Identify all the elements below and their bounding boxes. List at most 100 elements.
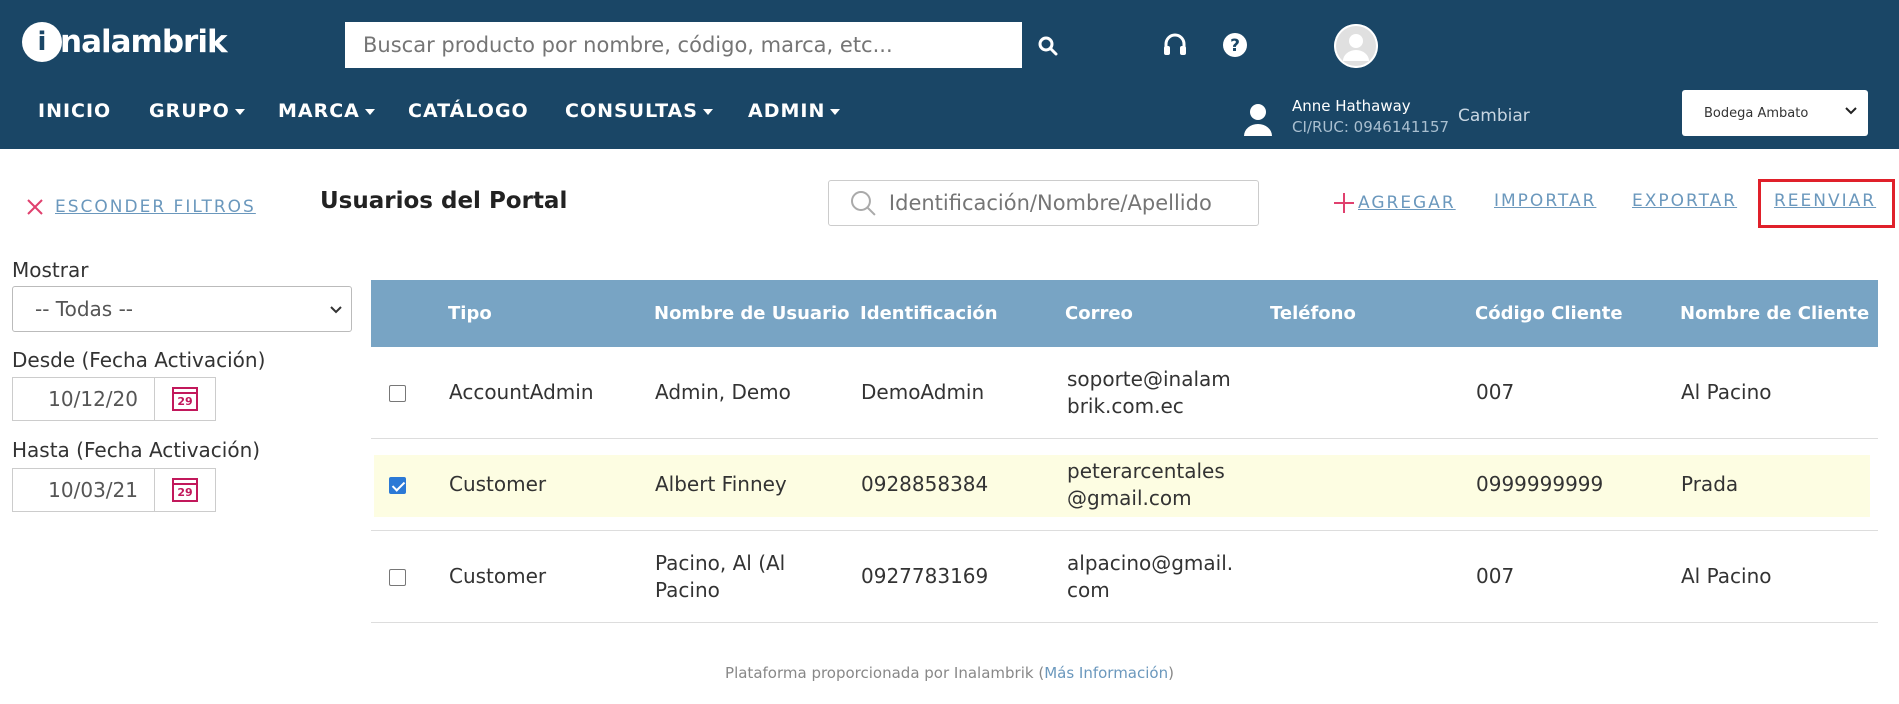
col-nombre-cliente[interactable]: Nombre de Cliente bbox=[1680, 280, 1869, 347]
to-date-input[interactable]: 10/03/21 bbox=[12, 468, 154, 512]
col-correo[interactable]: Correo bbox=[1065, 280, 1133, 347]
cell-correo-line: peterarcentales bbox=[1067, 459, 1225, 483]
nav-admin[interactable]: ADMIN bbox=[748, 96, 841, 126]
logo-text: nalambrik bbox=[60, 24, 228, 60]
cell-identificacion: 0927783169 bbox=[861, 564, 989, 588]
user-filter-search bbox=[828, 180, 1259, 226]
cell-codigo: 007 bbox=[1476, 564, 1515, 588]
footer-close: ) bbox=[1168, 664, 1174, 682]
footer: Plataforma proporcionada por Inalambrik … bbox=[0, 664, 1899, 682]
col-telefono[interactable]: Teléfono bbox=[1270, 280, 1356, 347]
nav-label: CATÁLOGO bbox=[408, 100, 529, 122]
calendar-day: 29 bbox=[177, 486, 193, 499]
question-circle-icon: ? bbox=[1223, 33, 1247, 57]
add-button[interactable]: AGREGAR bbox=[1332, 191, 1456, 215]
cell-correo-line: com bbox=[1067, 578, 1110, 602]
col-tipo[interactable]: Tipo bbox=[448, 280, 492, 347]
headset-icon bbox=[1164, 33, 1186, 55]
cell-cliente: Al Pacino bbox=[1681, 564, 1772, 588]
user-ruc: CI/RUC: 0946141157 bbox=[1292, 118, 1450, 136]
hide-filters-label: ESCONDER FILTROS bbox=[55, 197, 256, 217]
from-date-input[interactable]: 10/12/20 bbox=[12, 377, 154, 421]
cell-correo-line: @gmail.com bbox=[1067, 486, 1192, 510]
calendar-icon: 29 bbox=[172, 478, 198, 502]
nav-marca[interactable]: MARCA bbox=[278, 96, 375, 126]
calendar-icon: 29 bbox=[172, 387, 198, 411]
cell-usuario-line: Pacino, Al (Al bbox=[655, 551, 786, 575]
cell-correo: peterarcentales @gmail.com bbox=[1067, 458, 1225, 512]
nav-label: CONSULTAS bbox=[565, 100, 698, 122]
show-select[interactable]: -- Todas -- bbox=[12, 286, 352, 332]
logo[interactable]: i nalambrik bbox=[22, 20, 228, 64]
cell-identificacion: DemoAdmin bbox=[861, 380, 985, 404]
export-button[interactable]: EXPORTAR bbox=[1632, 191, 1737, 211]
cell-correo-line: brik.com.ec bbox=[1067, 394, 1184, 418]
cell-correo: soporte@inalam brik.com.ec bbox=[1067, 366, 1231, 420]
cell-tipo: Customer bbox=[449, 564, 547, 588]
cell-usuario-line: Pacino bbox=[655, 578, 720, 602]
cell-correo: alpacino@gmail. com bbox=[1067, 550, 1233, 604]
caret-down-icon bbox=[702, 109, 713, 115]
table-row[interactable]: Customer Pacino, Al (Al Pacino 0927783169… bbox=[371, 531, 1878, 623]
nav-label: MARCA bbox=[278, 100, 360, 122]
cell-usuario: Pacino, Al (Al Pacino bbox=[655, 550, 785, 604]
add-label: AGREGAR bbox=[1358, 193, 1456, 213]
user-filter-input[interactable] bbox=[888, 191, 1258, 215]
cell-codigo: 0999999999 bbox=[1476, 472, 1604, 496]
cell-identificacion: 0928858384 bbox=[861, 472, 989, 496]
resend-highlight bbox=[1758, 179, 1895, 228]
page-title: Usuarios del Portal bbox=[320, 188, 568, 214]
show-select-value: -- Todas -- bbox=[35, 297, 134, 321]
cell-cliente: Prada bbox=[1681, 472, 1739, 496]
cell-codigo: 007 bbox=[1476, 380, 1515, 404]
from-date-picker-button[interactable]: 29 bbox=[154, 377, 216, 421]
warehouse-select[interactable]: Bodega Ambato bbox=[1682, 90, 1868, 136]
table-header: Tipo Nombre de Usuario Identificación Co… bbox=[371, 280, 1878, 347]
search-icon bbox=[850, 191, 876, 216]
table-row[interactable]: Customer Albert Finney 0928858384 petera… bbox=[371, 439, 1878, 531]
table-row[interactable]: AccountAdmin Admin, Demo DemoAdmin sopor… bbox=[371, 347, 1878, 439]
caret-down-icon bbox=[830, 109, 841, 115]
chevron-down-icon bbox=[330, 306, 342, 314]
cell-usuario: Admin, Demo bbox=[655, 380, 791, 404]
row-checkbox[interactable] bbox=[389, 385, 406, 402]
to-date-picker-button[interactable]: 29 bbox=[154, 468, 216, 512]
col-codigo-cliente[interactable]: Código Cliente bbox=[1475, 280, 1623, 347]
nav-consultas[interactable]: CONSULTAS bbox=[565, 96, 713, 126]
svg-text:?: ? bbox=[1230, 36, 1240, 56]
cell-correo-line: soporte@inalam bbox=[1067, 367, 1231, 391]
import-button[interactable]: IMPORTAR bbox=[1494, 191, 1596, 211]
cell-usuario: Albert Finney bbox=[655, 472, 787, 496]
support-button[interactable] bbox=[1158, 28, 1192, 62]
change-user-link[interactable]: Cambiar bbox=[1458, 106, 1530, 126]
col-nombre-usuario[interactable]: Nombre de Usuario bbox=[654, 280, 850, 347]
col-identificacion[interactable]: Identificación bbox=[860, 280, 998, 347]
footer-text: Plataforma proporcionada por Inalambrik … bbox=[725, 664, 1045, 682]
row-checkbox-checked[interactable] bbox=[389, 477, 406, 494]
caret-down-icon bbox=[364, 109, 375, 115]
nav-catalogo[interactable]: CATÁLOGO bbox=[408, 96, 529, 126]
nav-grupo[interactable]: GRUPO bbox=[149, 96, 245, 126]
search-button[interactable] bbox=[1030, 28, 1066, 64]
nav-label: GRUPO bbox=[149, 100, 230, 122]
product-search bbox=[345, 22, 1022, 68]
user-icon bbox=[1244, 104, 1272, 136]
from-date-label: Desde (Fecha Activación) bbox=[12, 348, 266, 372]
help-button[interactable]: ? bbox=[1218, 28, 1252, 62]
chevron-down-icon bbox=[1845, 107, 1857, 115]
logo-mark: i bbox=[22, 22, 62, 62]
more-info-link[interactable]: Más Información bbox=[1044, 664, 1168, 682]
user-avatar-icon bbox=[1334, 24, 1378, 68]
profile-avatar[interactable] bbox=[1334, 24, 1378, 68]
product-search-input[interactable] bbox=[345, 22, 1022, 68]
plus-icon bbox=[1334, 193, 1354, 213]
warehouse-value: Bodega Ambato bbox=[1704, 105, 1809, 121]
search-icon bbox=[1038, 36, 1058, 56]
hide-filters-button[interactable]: ESCONDER FILTROS bbox=[25, 197, 256, 217]
cell-tipo: AccountAdmin bbox=[449, 380, 594, 404]
show-label: Mostrar bbox=[12, 258, 89, 282]
nav-inicio[interactable]: INICIO bbox=[38, 96, 111, 126]
nav-label: ADMIN bbox=[748, 100, 826, 122]
row-checkbox[interactable] bbox=[389, 569, 406, 586]
cell-tipo: Customer bbox=[449, 472, 547, 496]
